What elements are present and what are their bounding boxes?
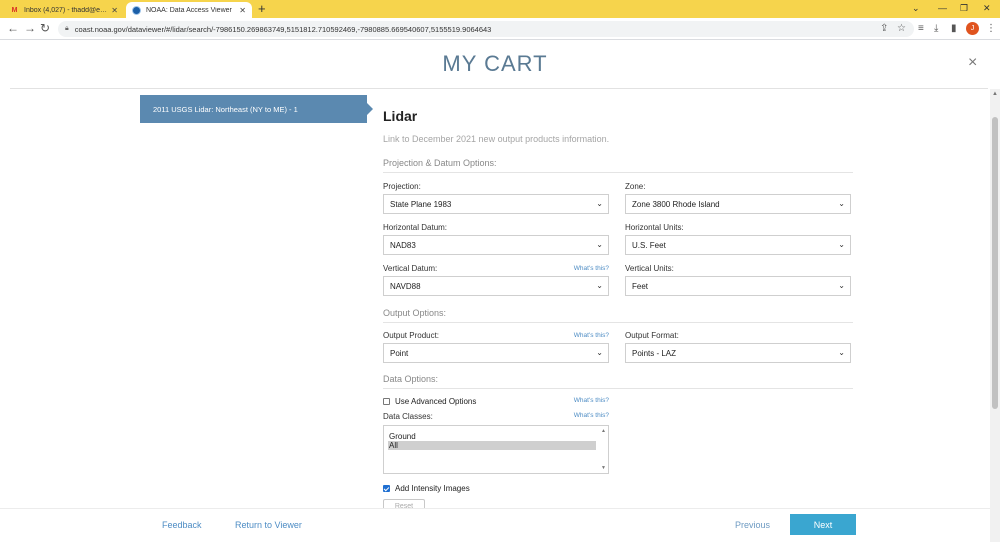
- bookmark-star-icon[interactable]: ☆: [897, 23, 906, 34]
- data-classes-help-link[interactable]: What's this?: [549, 412, 609, 419]
- output-format-label: Output Format:: [625, 331, 679, 340]
- chevron-down-icon: ⌄: [596, 199, 603, 208]
- divider: [383, 322, 853, 323]
- intensity-images-label[interactable]: Add Intensity Images: [395, 484, 470, 493]
- output-format-select[interactable]: Points - LAZ ⌄: [625, 343, 851, 363]
- projection-select[interactable]: State Plane 1983 ⌄: [383, 194, 609, 214]
- page-title: MY CART: [442, 51, 548, 76]
- vertical-datum-select[interactable]: NAVD88 ⌄: [383, 276, 609, 296]
- feedback-link[interactable]: Feedback: [162, 520, 202, 530]
- scroll-down-icon[interactable]: ▼: [601, 465, 606, 471]
- output-product-select[interactable]: Point ⌄: [383, 343, 609, 363]
- chevron-down-icon: ⌄: [596, 281, 603, 290]
- horizontal-datum-select[interactable]: NAD83 ⌄: [383, 235, 609, 255]
- vertical-datum-value: NAVD88: [390, 281, 421, 291]
- chevron-down-icon: ⌄: [596, 240, 603, 249]
- vertical-datum-label: Vertical Datum:: [383, 264, 438, 273]
- minimize-icon[interactable]: —: [938, 2, 947, 14]
- gmail-icon: M: [11, 6, 18, 14]
- list-item[interactable]: All: [388, 441, 596, 450]
- advanced-options-help-link[interactable]: What's this?: [549, 397, 609, 404]
- cart-page: MY CART × ▲ 2011 USGS Lidar: Northeast (…: [0, 41, 1000, 542]
- close-icon[interactable]: ×: [968, 55, 977, 71]
- divider: [383, 388, 853, 389]
- forward-icon[interactable]: →: [24, 22, 36, 35]
- horizontal-datum-label: Horizontal Datum:: [383, 223, 448, 232]
- advanced-options-label[interactable]: Use Advanced Options: [395, 397, 476, 406]
- side-panel-icon[interactable]: ▮: [951, 23, 957, 34]
- address-toolbar: ← → ↻ 🔒︎ coast.noaa.gov/dataviewer/#/lid…: [0, 18, 1000, 40]
- url-text: coast.noaa.gov/dataviewer/#/lidar/search…: [74, 24, 492, 34]
- intensity-images-checkbox[interactable]: [383, 485, 390, 492]
- close-tab-icon[interactable]: ✕: [111, 6, 118, 15]
- share-icon[interactable]: ⇪: [880, 23, 888, 34]
- browser-tab-bar: M Inbox (4,027) - thadd@ese-llc.com ✕ NO…: [0, 0, 1000, 18]
- data-classes-label: Data Classes:: [383, 412, 433, 421]
- footer: Feedback Return to Viewer Previous Next: [0, 508, 990, 542]
- projection-label: Projection:: [383, 182, 421, 191]
- horizontal-units-value: U.S. Feet: [632, 240, 666, 250]
- active-arrow: [367, 103, 373, 115]
- advanced-options-checkbox[interactable]: [383, 398, 390, 405]
- projection-value: State Plane 1983: [390, 199, 452, 209]
- vertical-units-select[interactable]: Feet ⌄: [625, 276, 851, 296]
- tab-search-icon[interactable]: ⌄: [912, 2, 920, 14]
- reload-icon[interactable]: ↻: [40, 22, 50, 35]
- output-format-value: Points - LAZ: [632, 348, 677, 358]
- scrollbar-thumb[interactable]: [992, 117, 998, 409]
- divider: [383, 172, 853, 173]
- divider: [10, 88, 988, 89]
- chevron-down-icon: ⌄: [838, 348, 845, 357]
- output-product-value: Point: [390, 348, 409, 358]
- vertical-datum-help-link[interactable]: What's this?: [549, 265, 609, 272]
- sidebar-item-dataset[interactable]: 2011 USGS Lidar: Northeast (NY to ME) - …: [140, 95, 367, 123]
- list-item[interactable]: Ground: [388, 432, 596, 441]
- lock-icon: 🔒︎: [65, 25, 69, 32]
- next-button[interactable]: Next: [790, 514, 856, 535]
- profile-avatar[interactable]: J: [966, 22, 979, 35]
- window-close-icon[interactable]: ✕: [983, 2, 991, 14]
- url-bar[interactable]: 🔒︎ coast.noaa.gov/dataviewer/#/lidar/sea…: [58, 21, 914, 37]
- horizontal-units-label: Horizontal Units:: [625, 223, 684, 232]
- new-tab-button[interactable]: +: [258, 2, 266, 16]
- tab-title: Inbox (4,027) - thadd@ese-llc.com: [24, 6, 108, 14]
- chevron-down-icon: ⌄: [596, 348, 603, 357]
- scrollbar[interactable]: ▲: [990, 89, 1000, 542]
- horizontal-datum-value: NAD83: [390, 240, 416, 250]
- output-product-label: Output Product:: [383, 331, 440, 340]
- tab-noaa[interactable]: NOAA: Data Access Viewer ✕: [126, 2, 252, 18]
- horizontal-units-select[interactable]: U.S. Feet ⌄: [625, 235, 851, 255]
- menu-kebab-icon[interactable]: ⋮: [986, 23, 996, 34]
- restore-icon[interactable]: ❐: [960, 2, 968, 14]
- close-tab-icon[interactable]: ✕: [239, 6, 246, 15]
- data-classes-listbox[interactable]: Ground All ▲ ▼: [383, 425, 609, 474]
- chevron-down-icon: ⌄: [838, 240, 845, 249]
- back-icon[interactable]: ←: [7, 22, 19, 35]
- download-icon[interactable]: ⤓: [934, 23, 938, 34]
- noaa-icon: [132, 5, 141, 15]
- vertical-units-label: Vertical Units:: [625, 264, 674, 273]
- section-title-output: Output Options:: [383, 308, 447, 318]
- section-title-data: Data Options:: [383, 374, 439, 384]
- scroll-up-icon[interactable]: ▲: [990, 91, 1000, 97]
- vertical-units-value: Feet: [632, 281, 649, 291]
- reading-list-icon[interactable]: ≡: [918, 23, 924, 34]
- zone-label: Zone:: [625, 182, 646, 191]
- previous-button[interactable]: Previous: [735, 520, 770, 530]
- return-to-viewer-link[interactable]: Return to Viewer: [235, 520, 302, 530]
- section-title-projection: Projection & Datum Options:: [383, 158, 497, 168]
- chevron-down-icon: ⌄: [838, 199, 845, 208]
- output-info-link[interactable]: Link to December 2021 new output product…: [383, 134, 609, 144]
- product-title: Lidar: [383, 108, 418, 124]
- tab-title: NOAA: Data Access Viewer: [146, 6, 232, 14]
- scroll-up-icon[interactable]: ▲: [601, 428, 606, 434]
- zone-select[interactable]: Zone 3800 Rhode Island ⌄: [625, 194, 851, 214]
- zone-value: Zone 3800 Rhode Island: [632, 199, 720, 209]
- output-product-help-link[interactable]: What's this?: [549, 332, 609, 339]
- chevron-down-icon: ⌄: [838, 281, 845, 290]
- tab-gmail[interactable]: M Inbox (4,027) - thadd@ese-llc.com ✕: [4, 2, 124, 18]
